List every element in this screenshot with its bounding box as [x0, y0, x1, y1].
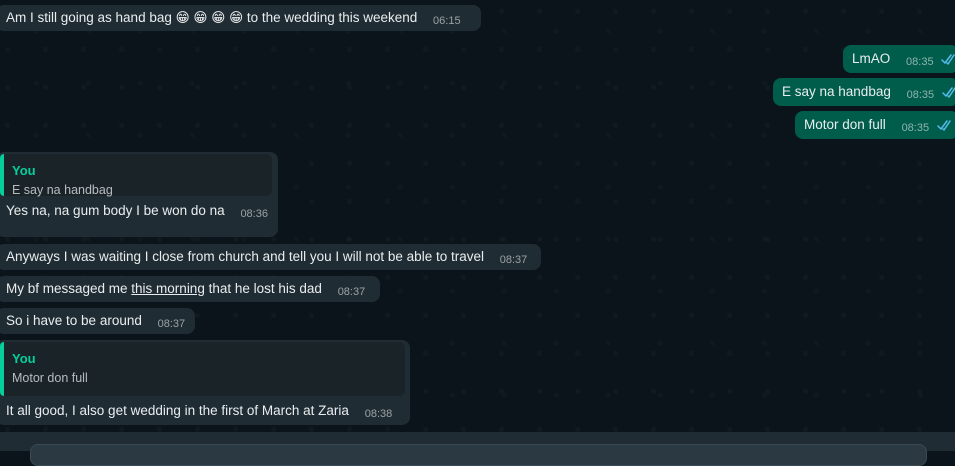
message-text: So i have to be around	[6, 313, 142, 328]
message-text-after: that he lost his dad	[204, 281, 322, 296]
message-time: 08:37	[499, 254, 528, 266]
quote-text: Motor don full	[12, 371, 88, 385]
message-incoming[interactable]: So i have to be around 08:37	[0, 308, 195, 334]
message-text: Motor don full	[804, 117, 886, 132]
message-text: E say na handbag	[782, 84, 891, 99]
message-text-before: My bf messaged me	[6, 281, 132, 296]
message-time: 08:35	[901, 122, 930, 134]
message-incoming-reply[interactable]: You E say na handbag Yes na, na gum body…	[0, 152, 278, 237]
message-time: 06:15	[433, 15, 461, 27]
double-check-icon	[941, 52, 955, 70]
quoted-message[interactable]: You E say na handbag	[0, 154, 272, 197]
double-check-icon	[942, 85, 955, 103]
message-incoming[interactable]: Am I still going as hand bag 😁 😁 😁 😁 to …	[0, 5, 481, 31]
message-text: Yes na, na gum body I be won do na	[6, 203, 225, 218]
message-time: 08:35	[906, 89, 935, 101]
message-text: Am I still going as hand bag 😁 😁 😁 😁 to …	[6, 10, 418, 25]
message-text: It all good, I also get wedding in the f…	[6, 403, 349, 418]
message-outgoing[interactable]: LmAO 08:35	[843, 45, 955, 73]
message-time: 08:37	[157, 318, 186, 330]
message-incoming-reply[interactable]: You Motor don full It all good, I also g…	[0, 340, 410, 425]
message-time: 08:37	[337, 286, 366, 298]
message-incoming[interactable]: My bf messaged me this morning that he l…	[0, 276, 380, 302]
message-date-link[interactable]: this morning	[131, 281, 205, 296]
message-time: 08:38	[364, 408, 393, 420]
message-outgoing[interactable]: Motor don full 08:35	[795, 111, 955, 139]
message-input[interactable]	[30, 444, 927, 466]
quote-author: You	[12, 163, 36, 178]
message-incoming[interactable]: Anyways I was waiting I close from churc…	[0, 244, 541, 270]
quote-author: You	[12, 351, 36, 366]
quote-text: E say na handbag	[12, 183, 113, 197]
message-outgoing[interactable]: E say na handbag 08:35	[773, 78, 955, 106]
message-time: 08:36	[240, 208, 268, 220]
message-time: 08:35	[906, 56, 934, 68]
message-text: Anyways I was waiting I close from churc…	[6, 249, 484, 264]
quoted-message[interactable]: You Motor don full	[0, 342, 405, 396]
double-check-icon	[937, 118, 953, 136]
message-text: LmAO	[852, 51, 891, 66]
